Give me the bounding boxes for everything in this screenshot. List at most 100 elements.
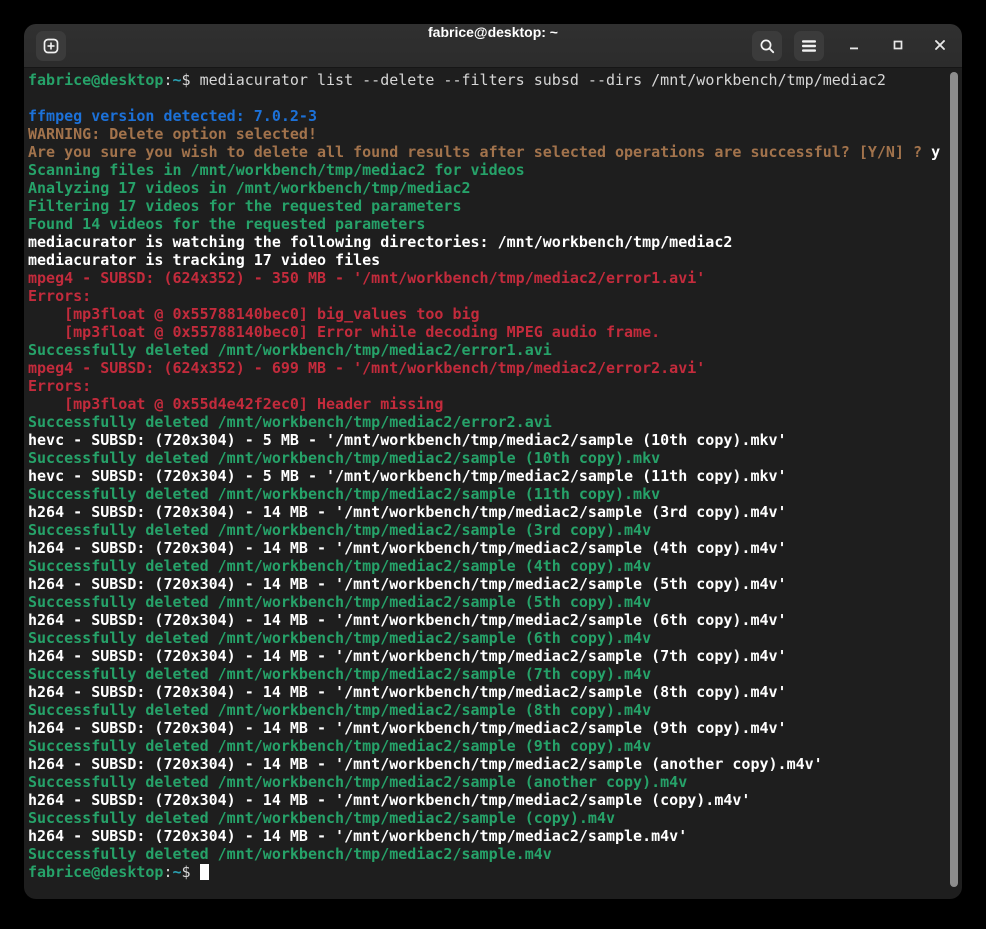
terminal-line: Successfully deleted /mnt/workbench/tmp/… xyxy=(28,557,944,575)
terminal-line: Successfully deleted /mnt/workbench/tmp/… xyxy=(28,845,944,863)
terminal-line: mpeg4 - SUBSD: (624x352) - 699 MB - '/mn… xyxy=(28,359,944,377)
terminal-line: Successfully deleted /mnt/workbench/tmp/… xyxy=(28,413,944,431)
terminal-text-segment: h264 - SUBSD: (720x304) - 14 MB - '/mnt/… xyxy=(28,611,787,629)
terminal-line: Successfully deleted /mnt/workbench/tmp/… xyxy=(28,449,944,467)
terminal-line: h264 - SUBSD: (720x304) - 14 MB - '/mnt/… xyxy=(28,755,944,773)
terminal-line: Successfully deleted /mnt/workbench/tmp/… xyxy=(28,701,944,719)
terminal-output[interactable]: fabrice@desktop:~$ mediacurator list --d… xyxy=(24,68,962,899)
terminal-line: h264 - SUBSD: (720x304) - 14 MB - '/mnt/… xyxy=(28,827,944,845)
terminal-line: Found 14 videos for the requested parame… xyxy=(28,215,944,233)
terminal-line: h264 - SUBSD: (720x304) - 14 MB - '/mnt/… xyxy=(28,647,944,665)
terminal-text-segment: h264 - SUBSD: (720x304) - 14 MB - '/mnt/… xyxy=(28,503,787,521)
terminal-text-segment: Are you sure you wish to delete all foun… xyxy=(28,143,931,161)
terminal-text-segment: : xyxy=(163,863,172,881)
terminal-text-segment: $ xyxy=(182,71,200,89)
terminal-line: Are you sure you wish to delete all foun… xyxy=(28,143,944,161)
terminal-text-segment: : xyxy=(163,71,172,89)
terminal-text-segment: Filtering 17 videos for the requested pa… xyxy=(28,197,461,215)
search-icon xyxy=(759,38,776,55)
terminal-line: Successfully deleted /mnt/workbench/tmp/… xyxy=(28,341,944,359)
terminal-line: Successfully deleted /mnt/workbench/tmp/… xyxy=(28,485,944,503)
terminal-text-segment: fabrice@desktop xyxy=(28,863,163,881)
terminal-line: h264 - SUBSD: (720x304) - 14 MB - '/mnt/… xyxy=(28,575,944,593)
terminal-line: h264 - SUBSD: (720x304) - 14 MB - '/mnt/… xyxy=(28,539,944,557)
header-bar: fabrice@desktop: ~ xyxy=(24,24,962,68)
close-icon xyxy=(933,38,947,55)
terminal-line: h264 - SUBSD: (720x304) - 14 MB - '/mnt/… xyxy=(28,611,944,629)
terminal-line: Filtering 17 videos for the requested pa… xyxy=(28,197,944,215)
terminal-text-segment: mpeg4 - SUBSD: (624x352) - 350 MB - '/mn… xyxy=(28,269,705,287)
terminal-text-segment: y xyxy=(931,143,940,161)
terminal-line: hevc - SUBSD: (720x304) - 5 MB - '/mnt/w… xyxy=(28,431,944,449)
hamburger-menu-icon xyxy=(801,39,817,53)
terminal-line: h264 - SUBSD: (720x304) - 14 MB - '/mnt/… xyxy=(28,503,944,521)
terminal-line: Errors: xyxy=(28,377,944,395)
terminal-line: Successfully deleted /mnt/workbench/tmp/… xyxy=(28,737,944,755)
terminal-text-segment: $ xyxy=(182,863,200,881)
terminal-text-segment: [mp3float @ 0x55d4e42f2ec0] Header missi… xyxy=(28,395,443,413)
terminal-text-segment: h264 - SUBSD: (720x304) - 14 MB - '/mnt/… xyxy=(28,575,787,593)
terminal-text-segment: Successfully deleted /mnt/workbench/tmp/… xyxy=(28,845,552,863)
terminal-text-segment: hevc - SUBSD: (720x304) - 5 MB - '/mnt/w… xyxy=(28,431,787,449)
minimize-button[interactable] xyxy=(842,34,866,58)
maximize-button[interactable] xyxy=(886,34,910,58)
terminal-text-segment: h264 - SUBSD: (720x304) - 14 MB - '/mnt/… xyxy=(28,755,823,773)
terminal-line: [mp3float @ 0x55d4e42f2ec0] Header missi… xyxy=(28,395,944,413)
terminal-line: Analyzing 17 videos in /mnt/workbench/tm… xyxy=(28,179,944,197)
terminal-window: fabrice@desktop: ~ xyxy=(24,24,962,899)
terminal-text-segment: fabrice@desktop xyxy=(28,71,163,89)
terminal-text-segment: mediacurator is watching the following d… xyxy=(28,233,732,251)
terminal-line: h264 - SUBSD: (720x304) - 14 MB - '/mnt/… xyxy=(28,791,944,809)
terminal-text-segment: Successfully deleted /mnt/workbench/tmp/… xyxy=(28,773,687,791)
terminal-line: ffmpeg version detected: 7.0.2-3 xyxy=(28,107,944,125)
terminal-text-segment: Scanning files in /mnt/workbench/tmp/med… xyxy=(28,161,525,179)
terminal-line: mediacurator is watching the following d… xyxy=(28,233,944,251)
terminal-cursor xyxy=(200,864,209,880)
terminal-text-segment: h264 - SUBSD: (720x304) - 14 MB - '/mnt/… xyxy=(28,539,787,557)
close-button[interactable] xyxy=(928,34,952,58)
terminal-line: Successfully deleted /mnt/workbench/tmp/… xyxy=(28,593,944,611)
terminal-text-segment: mediacurator list --delete --filters sub… xyxy=(200,71,886,89)
terminal-text-segment: Successfully deleted /mnt/workbench/tmp/… xyxy=(28,737,651,755)
scrollbar-thumb[interactable] xyxy=(950,72,958,887)
terminal-line: [mp3float @ 0x55788140bec0] Error while … xyxy=(28,323,944,341)
terminal-text-segment: h264 - SUBSD: (720x304) - 14 MB - '/mnt/… xyxy=(28,647,787,665)
terminal-text-segment: ~ xyxy=(173,71,182,89)
terminal-text-segment: Successfully deleted /mnt/workbench/tmp/… xyxy=(28,485,660,503)
minimize-icon xyxy=(847,38,861,55)
terminal-line: fabrice@desktop:~$ mediacurator list --d… xyxy=(28,71,944,89)
terminal-text-segment: Successfully deleted /mnt/workbench/tmp/… xyxy=(28,557,651,575)
terminal-text-segment: Successfully deleted /mnt/workbench/tmp/… xyxy=(28,341,552,359)
terminal-text-segment: ffmpeg version detected: 7.0.2-3 xyxy=(28,107,317,125)
terminal-text-segment: h264 - SUBSD: (720x304) - 14 MB - '/mnt/… xyxy=(28,791,750,809)
terminal-text-segment: Analyzing 17 videos in /mnt/workbench/tm… xyxy=(28,179,471,197)
terminal-text-segment: hevc - SUBSD: (720x304) - 5 MB - '/mnt/w… xyxy=(28,467,787,485)
terminal-line: Successfully deleted /mnt/workbench/tmp/… xyxy=(28,809,944,827)
terminal-text-segment: Successfully deleted /mnt/workbench/tmp/… xyxy=(28,701,651,719)
terminal-line: mediacurator is tracking 17 video files xyxy=(28,251,944,269)
terminal-line: Successfully deleted /mnt/workbench/tmp/… xyxy=(28,665,944,683)
terminal-line: h264 - SUBSD: (720x304) - 14 MB - '/mnt/… xyxy=(28,719,944,737)
scrollbar[interactable] xyxy=(949,70,959,895)
terminal-line: [mp3float @ 0x55788140bec0] big_values t… xyxy=(28,305,944,323)
terminal-line: Successfully deleted /mnt/workbench/tmp/… xyxy=(28,629,944,647)
terminal-text-segment: Successfully deleted /mnt/workbench/tmp/… xyxy=(28,809,615,827)
terminal-text-segment: h264 - SUBSD: (720x304) - 14 MB - '/mnt/… xyxy=(28,719,787,737)
terminal-line: mpeg4 - SUBSD: (624x352) - 350 MB - '/mn… xyxy=(28,269,944,287)
terminal-text-segment: Successfully deleted /mnt/workbench/tmp/… xyxy=(28,521,651,539)
search-button[interactable] xyxy=(752,31,782,61)
terminal-line: h264 - SUBSD: (720x304) - 14 MB - '/mnt/… xyxy=(28,683,944,701)
terminal-text-segment: h264 - SUBSD: (720x304) - 14 MB - '/mnt/… xyxy=(28,827,687,845)
terminal-text-segment: Errors: xyxy=(28,287,91,305)
terminal-text-segment: [mp3float @ 0x55788140bec0] Error while … xyxy=(28,323,660,341)
terminal-line: hevc - SUBSD: (720x304) - 5 MB - '/mnt/w… xyxy=(28,467,944,485)
menu-button[interactable] xyxy=(794,31,824,61)
terminal-line: WARNING: Delete option selected! xyxy=(28,125,944,143)
terminal-text-segment: mediacurator is tracking 17 video files xyxy=(28,251,380,269)
terminal-text-segment: h264 - SUBSD: (720x304) - 14 MB - '/mnt/… xyxy=(28,683,787,701)
terminal-text-segment: ~ xyxy=(173,863,182,881)
terminal-text-segment: Found 14 videos for the requested parame… xyxy=(28,215,425,233)
terminal-text-segment: Successfully deleted /mnt/workbench/tmp/… xyxy=(28,593,651,611)
new-tab-button[interactable] xyxy=(36,31,66,61)
terminal-text-segment: Successfully deleted /mnt/workbench/tmp/… xyxy=(28,629,651,647)
